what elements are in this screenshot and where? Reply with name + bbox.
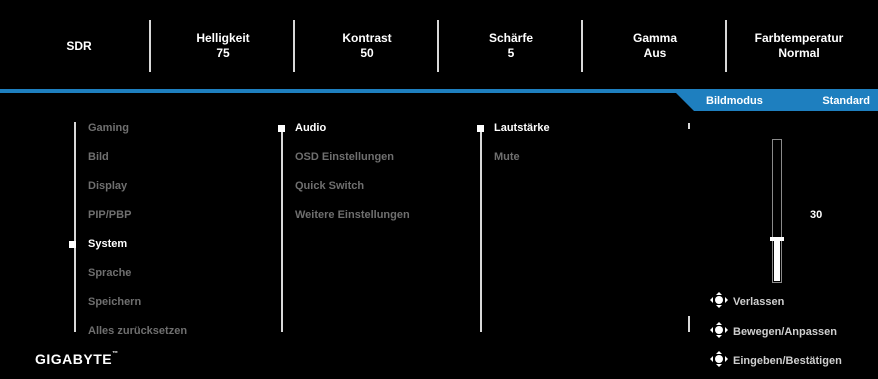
selection-marker [69,241,76,248]
joystick-move-icon [708,321,733,342]
stat-label: Schärfe [488,31,534,45]
column-divider [688,123,690,129]
selection-marker [278,125,285,132]
stat-value: Aus [643,46,667,60]
hint-enter: Eingeben/Bestätigen [708,350,842,371]
stat-value: 75 [216,46,230,60]
stat-sharpness: Schärfe 5 [439,14,583,78]
hint-label: Bewegen/Anpassen [733,325,837,338]
menu-item-gaming[interactable]: Gaming [88,122,129,134]
selection-marker [477,125,484,132]
gigabyte-logo: GIGABYTE™ [35,351,119,367]
stat-contrast: Kontrast 50 [295,14,439,78]
hint-label: Verlassen [733,295,785,308]
joystick-press-icon [708,350,733,371]
column-divider [688,316,690,332]
submenu-item-quick-switch[interactable]: Quick Switch [295,180,364,192]
option-item-mute[interactable]: Mute [494,151,520,163]
stat-sdr: SDR [7,14,151,78]
picture-mode-value: Standard [822,95,870,107]
column-divider [281,128,283,332]
status-bar: SDR Helligkeit 75 Kontrast 50 Schärfe 5 … [7,6,871,86]
stat-color-temperature: Farbtemperatur Normal [727,14,871,78]
menu-item-display[interactable]: Display [88,180,127,192]
main-menu: Gaming Bild Display PIP/PBP System Sprac… [69,116,264,337]
stat-label: Kontrast [342,31,392,45]
submenu-item-more-settings[interactable]: Weitere Einstellungen [295,209,410,221]
sub-menu: Audio OSD Einstellungen Quick Switch Wei… [278,116,471,332]
stat-value: Normal [778,46,820,60]
column-divider [480,128,482,332]
stat-gamma: Gamma Aus [583,14,727,78]
option-item-volume[interactable]: Lautstärke [494,122,550,134]
stat-brightness: Helligkeit 75 [151,14,295,78]
stat-value: 50 [360,46,374,60]
menu-item-reset[interactable]: Alles zurücksetzen [88,325,187,337]
menu-item-sprache[interactable]: Sprache [88,267,131,279]
hint-label: Eingeben/Bestätigen [733,354,842,367]
submenu-item-osd-settings[interactable]: OSD Einstellungen [295,151,394,163]
column-divider [74,122,76,332]
menu-item-pip-pbp[interactable]: PIP/PBP [88,209,131,221]
hint-move: Bewegen/Anpassen [708,321,837,342]
volume-slider[interactable] [770,139,784,283]
submenu-item-audio[interactable]: Audio [295,122,326,134]
option-menu: Lautstärke Mute [477,116,670,332]
stat-label: Helligkeit [196,31,250,45]
joystick-left-icon [708,291,733,312]
brand-name: GIGABYTE [35,351,113,367]
trademark-mark: ™ [112,351,119,357]
stat-label: Farbtemperatur [754,31,844,45]
stat-label: Gamma [632,31,678,45]
menu-item-system[interactable]: System [88,238,127,250]
menu-item-speichern[interactable]: Speichern [88,296,141,308]
menu-item-bild[interactable]: Bild [88,151,109,163]
volume-slider-fill [774,239,780,281]
stat-label: SDR [66,38,92,53]
picture-mode-tab: Bildmodus Standard [676,93,878,111]
accent-divider [0,89,878,93]
hint-exit: Verlassen [708,291,784,312]
picture-mode-label: Bildmodus [706,95,763,107]
osd-window: SDR Helligkeit 75 Kontrast 50 Schärfe 5 … [0,0,878,379]
stat-value: 5 [507,46,515,60]
volume-value: 30 [810,209,823,221]
volume-slider-thumb[interactable] [770,237,784,241]
